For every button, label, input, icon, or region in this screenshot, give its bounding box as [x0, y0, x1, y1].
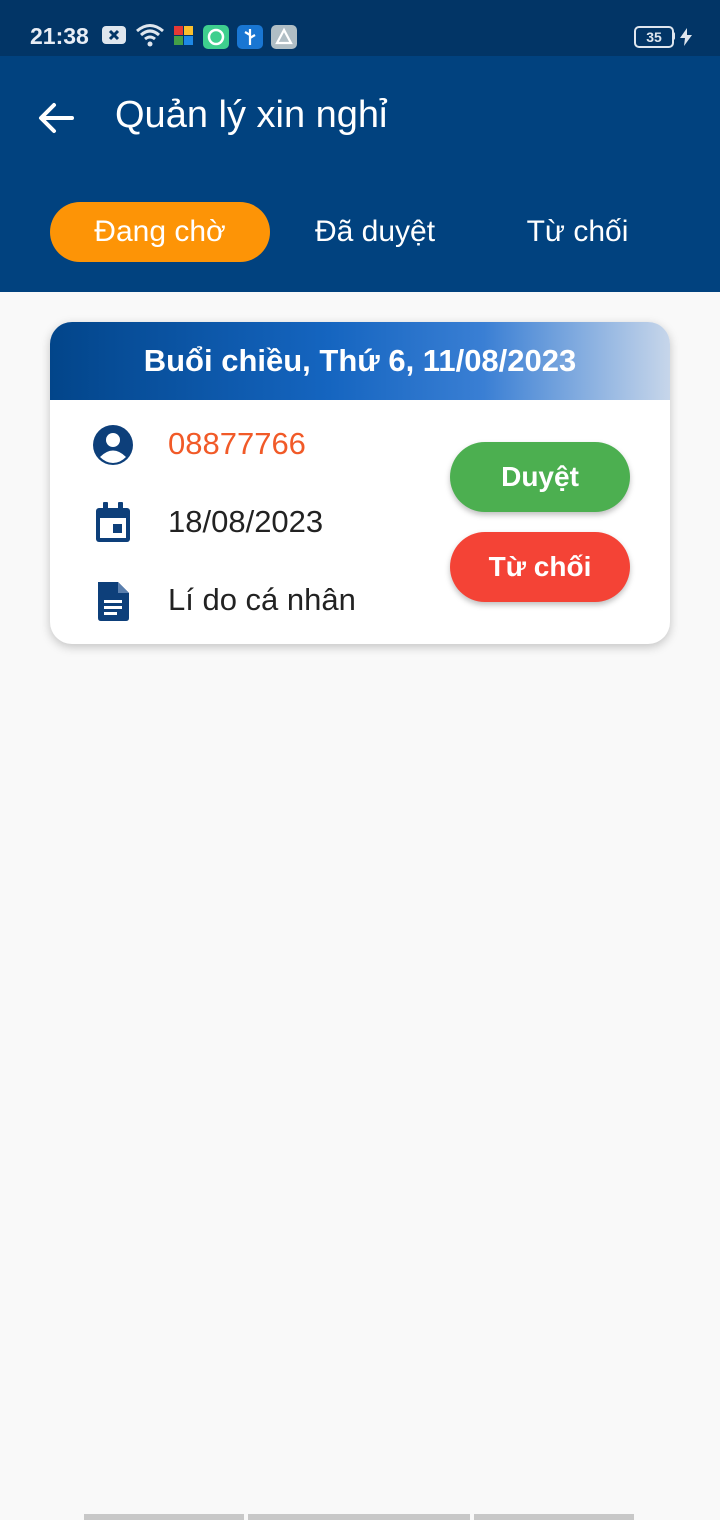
arrow-back-icon [39, 103, 74, 133]
reason-row: Lí do cá nhân [50, 578, 450, 622]
battery-tip [672, 32, 675, 40]
app-bar: Quản lý xin nghỉ Đang chờ Đã duyệt Từ ch… [0, 56, 720, 292]
account-circle-icon [93, 425, 133, 465]
battery-indicator: 35 [634, 26, 674, 48]
chat-app-icon [203, 25, 229, 49]
leave-request-card: Buổi chiều, Thứ 6, 11/08/2023 08877766 1… [50, 322, 670, 644]
puzzle-app-icon [173, 23, 195, 52]
page-title: Quản lý xin nghỉ [115, 94, 388, 136]
calendar-icon [96, 502, 130, 542]
status-tabs: Đang chờ Đã duyệt Từ chối [0, 202, 720, 262]
employee-row: 08877766 [50, 422, 450, 466]
status-icons [101, 23, 297, 52]
leave-request-header: Buổi chiều, Thứ 6, 11/08/2023 [50, 322, 670, 400]
notification-x-icon [101, 24, 127, 51]
wifi-icon [135, 23, 165, 52]
date-row: 18/08/2023 [50, 500, 450, 544]
approve-button[interactable]: Duyệt [450, 442, 630, 512]
tab-pending[interactable]: Đang chờ [50, 202, 270, 262]
charging-icon [679, 28, 693, 51]
gesture-bar-right [474, 1514, 634, 1520]
status-time: 21:38 [30, 23, 89, 49]
gesture-bar-center [248, 1514, 470, 1520]
usb-icon [237, 25, 263, 49]
back-button[interactable] [30, 92, 82, 144]
tab-approved[interactable]: Đã duyệt [280, 202, 470, 262]
status-bar: 21:38 35 [0, 0, 720, 56]
gesture-bar-left [84, 1514, 244, 1520]
reject-button[interactable]: Từ chối [450, 532, 630, 602]
leave-reason: Lí do cá nhân [168, 582, 356, 617]
share-icon [271, 25, 297, 49]
employee-code: 08877766 [168, 426, 306, 461]
tab-rejected[interactable]: Từ chối [490, 202, 665, 262]
leave-date: 18/08/2023 [168, 504, 324, 539]
document-icon [98, 582, 129, 621]
